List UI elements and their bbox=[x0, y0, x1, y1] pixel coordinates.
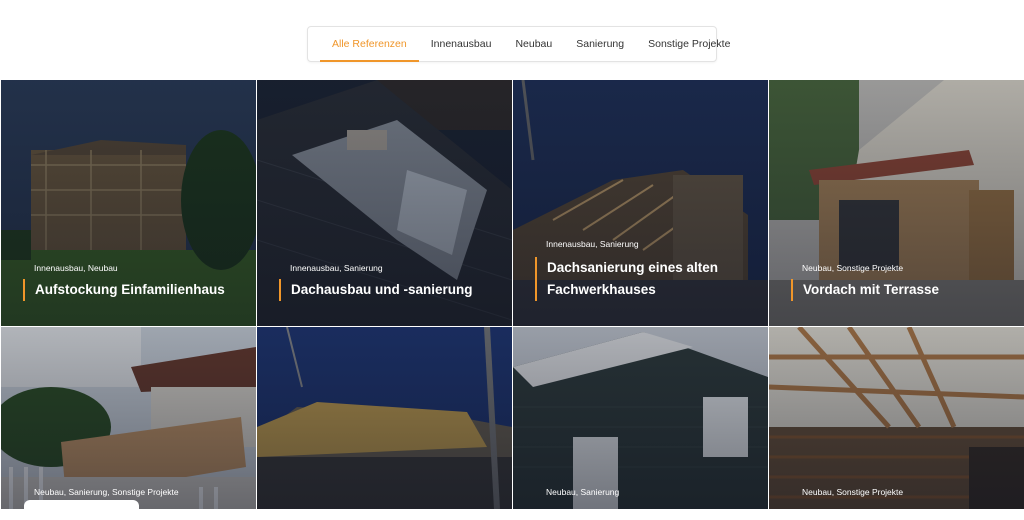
image-overlay bbox=[513, 327, 768, 509]
project-title: Dachsanierung eines alten Fachwerkhauses bbox=[535, 257, 718, 301]
filter-tab-alle-referenzen[interactable]: Alle Referenzen bbox=[320, 27, 419, 62]
project-tags: Innenausbau, Neubau bbox=[34, 263, 118, 273]
project-title: Vordach mit Terrasse bbox=[791, 279, 939, 301]
cookie-banner-tab[interactable] bbox=[24, 500, 139, 520]
project-title: Aufstockung Einfamilienhaus bbox=[23, 279, 225, 301]
project-card-6[interactable] bbox=[257, 327, 512, 509]
project-tags: Neubau, Sanierung bbox=[546, 487, 620, 497]
project-tags: Neubau, Sonstige Projekte bbox=[802, 263, 904, 273]
project-title-line: Aufstockung Einfamilienhaus bbox=[35, 282, 225, 297]
project-title-line: Fachwerkhauses bbox=[547, 282, 656, 297]
project-title-line: Dachsanierung eines alten bbox=[547, 260, 719, 275]
project-title-line: Vordach mit Terrasse bbox=[803, 282, 940, 297]
filter-tab-neubau[interactable]: Neubau bbox=[503, 27, 564, 61]
filter-bar: Alle Referenzen Innenausbau Neubau Sanie… bbox=[307, 26, 730, 62]
filter-tab-sonstige-projekte[interactable]: Sonstige Projekte bbox=[636, 27, 742, 61]
project-card-dachausbau[interactable]: Innenausbau, Sanierung Dachausbau und -s… bbox=[257, 80, 512, 326]
project-card-vordach[interactable]: Neubau, Sonstige Projekte Vordach mit Te… bbox=[769, 80, 1024, 326]
project-card-dachsanierung[interactable]: Innenausbau, Sanierung Dachsanierung ein… bbox=[513, 80, 768, 326]
image-overlay bbox=[257, 327, 512, 509]
project-card-8[interactable]: Neubau, Sonstige Projekte bbox=[769, 327, 1024, 509]
project-tags: Neubau, Sonstige Projekte bbox=[802, 487, 904, 497]
project-card-7[interactable]: Neubau, Sanierung bbox=[513, 327, 768, 509]
project-tags: Neubau, Sanierung, Sonstige Projekte bbox=[34, 487, 179, 497]
project-title-line: Dachausbau und -sanierung bbox=[291, 282, 473, 297]
project-card-aufstockung[interactable]: Innenausbau, Neubau Aufstockung Einfamil… bbox=[1, 80, 256, 326]
image-overlay bbox=[1, 327, 256, 509]
project-tags: Innenausbau, Sanierung bbox=[290, 263, 383, 273]
project-card-5[interactable]: Neubau, Sanierung, Sonstige Projekte bbox=[1, 327, 256, 509]
filter-tab-sanierung[interactable]: Sanierung bbox=[564, 27, 636, 61]
project-grid: Innenausbau, Neubau Aufstockung Einfamil… bbox=[0, 80, 1024, 509]
filter-tab-innenausbau[interactable]: Innenausbau bbox=[419, 27, 504, 61]
project-tags: Innenausbau, Sanierung bbox=[546, 239, 639, 249]
image-overlay bbox=[769, 327, 1024, 509]
project-title: Dachausbau und -sanierung bbox=[279, 279, 473, 301]
